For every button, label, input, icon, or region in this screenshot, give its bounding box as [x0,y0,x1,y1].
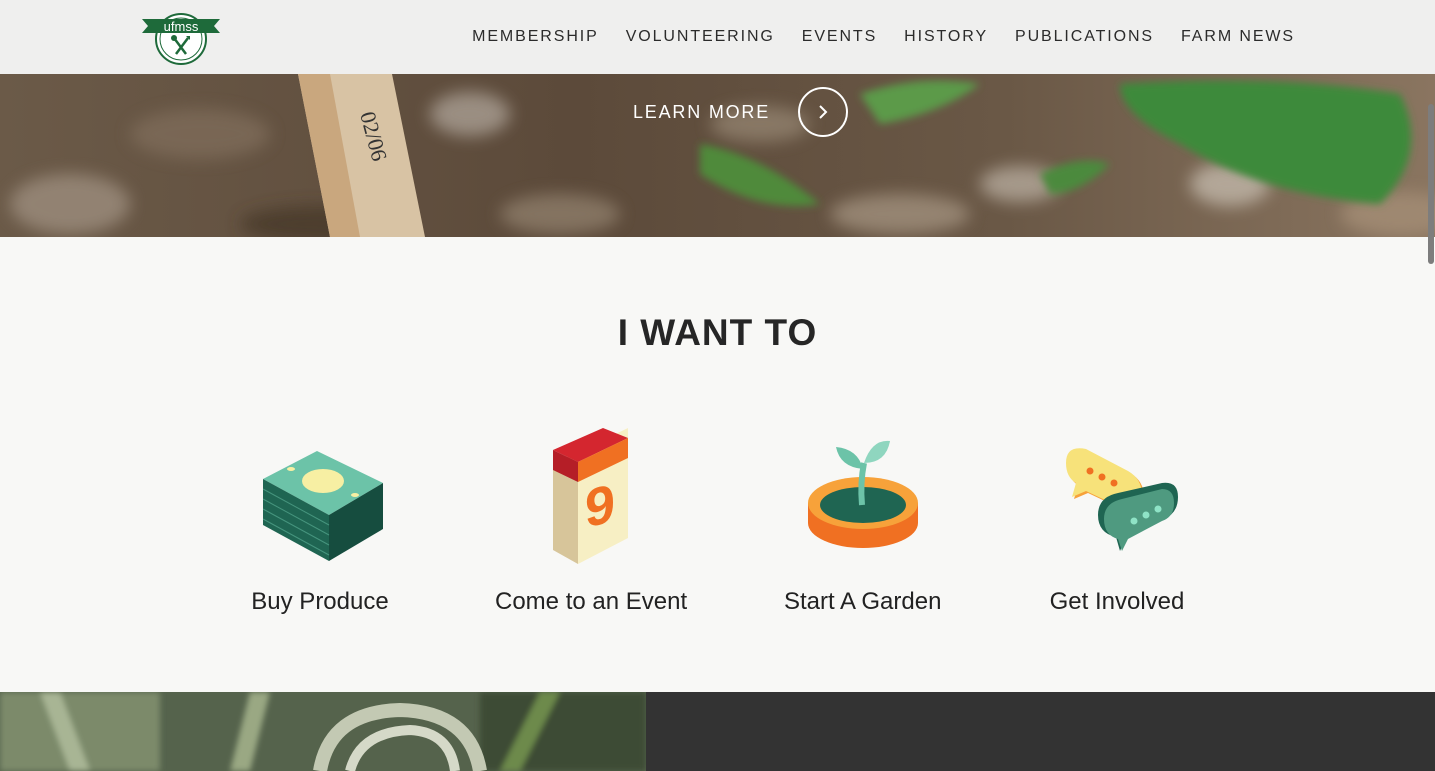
learn-more-link[interactable]: LEARN MORE [633,87,849,137]
nav-farm-news[interactable]: FARM NEWS [1181,28,1295,46]
nav-volunteering[interactable]: VOLUNTEERING [626,28,775,46]
page-scrollbar[interactable] [1427,74,1435,771]
calendar-day: 9 [585,473,615,540]
learn-more-button[interactable] [798,87,849,137]
plant-image [0,692,646,771]
option-come-to-event[interactable]: 9 Come to an Event [495,428,687,616]
chat-bubbles-icon [1047,428,1187,568]
dark-panel [646,692,1435,771]
main-nav: MEMBERSHIP VOLUNTEERING EVENTS HISTORY P… [472,0,1295,74]
calendar-icon: 9 [521,428,661,568]
money-stack-icon [250,428,390,568]
nav-history[interactable]: HISTORY [904,28,988,46]
garden-photo [0,692,646,771]
option-get-involved[interactable]: Get Involved [1047,428,1187,616]
section-title: I WANT TO [617,312,818,353]
option-buy-produce[interactable]: Buy Produce [250,428,390,616]
hero-banner: 02/06 LEARN MORE [0,74,1435,237]
site-header: ufmss MEMBERSHIP VOLUNTEERING EVENTS HIS… [0,0,1435,74]
logo-emblem-icon: ufmss [142,13,220,65]
nav-publications[interactable]: PUBLICATIONS [1015,28,1154,46]
nav-events[interactable]: EVENTS [802,28,877,46]
option-label: Buy Produce [251,588,389,615]
option-label: Get Involved [1049,588,1185,615]
option-label: Start A Garden [784,588,942,615]
nav-membership[interactable]: MEMBERSHIP [472,28,599,46]
sprout-pot-icon [793,428,933,568]
learn-more-label: LEARN MORE [633,101,771,122]
scrollbar-thumb[interactable] [1428,104,1434,264]
option-label: Come to an Event [495,588,688,615]
logo-text: ufmss [164,19,199,34]
chevron-right-icon [819,105,828,119]
option-start-garden[interactable]: Start A Garden [784,428,941,616]
ufmss-logo[interactable]: ufmss [140,8,222,66]
